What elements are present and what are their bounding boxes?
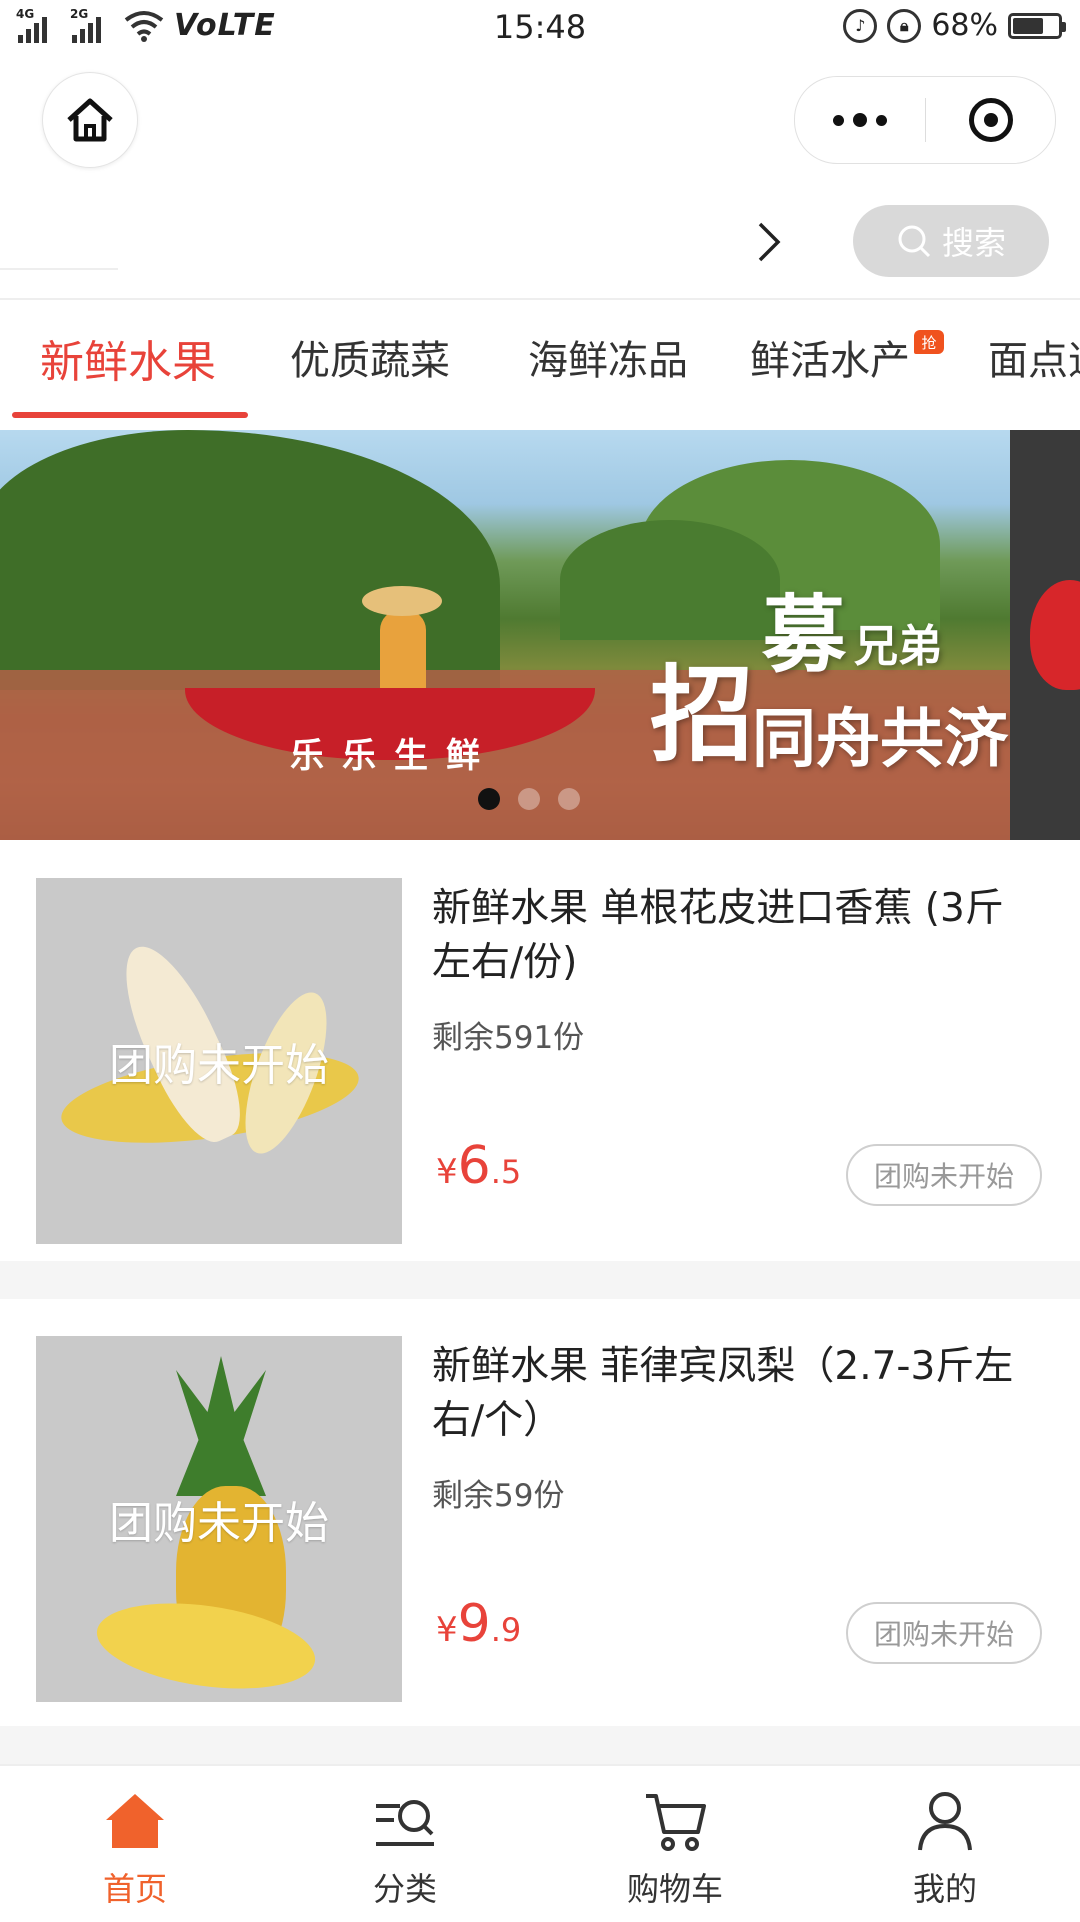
groupbuy-button[interactable]: 团购未开始 bbox=[846, 1144, 1042, 1206]
banner-headline-mu: 募 bbox=[762, 585, 847, 684]
tab-quality-vegetables[interactable]: 优质蔬菜 bbox=[290, 328, 450, 386]
search-button[interactable]: 搜索 bbox=[853, 205, 1049, 277]
product-image-pineapple[interactable]: 团购未开始 bbox=[36, 1336, 402, 1702]
banner-dot-1[interactable] bbox=[478, 788, 500, 810]
bottom-tab-bar: 首页 分类 购物车 我的 bbox=[0, 1764, 1080, 1922]
product-stock: 剩余59份 bbox=[432, 1478, 565, 1514]
tabbar-home-label: 首页 bbox=[102, 1870, 167, 1908]
banner-headline-sub2: 同舟共济 bbox=[752, 702, 1008, 777]
strawberry-image bbox=[1030, 580, 1080, 690]
target-icon bbox=[968, 98, 1013, 142]
banner-pagination bbox=[478, 788, 580, 810]
product-image-overlay: 团购未开始 bbox=[109, 1040, 329, 1091]
banner-hat bbox=[362, 586, 442, 616]
mute-icon: ♪ bbox=[843, 8, 878, 43]
product-card[interactable]: 团购未开始 新鲜水果 菲律宾凤梨（2.7-3斤左右/个） 剩余59份 ¥9.9 … bbox=[0, 1304, 1080, 1719]
product-price: ¥6.5 bbox=[436, 1136, 521, 1196]
product-image-banana[interactable]: 团购未开始 bbox=[36, 878, 402, 1244]
price-currency: ¥ bbox=[436, 1610, 458, 1650]
search-label: 搜索 bbox=[941, 224, 1006, 262]
home-icon bbox=[67, 98, 113, 142]
category-tabs: 新鲜水果 优质蔬菜 海鲜冻品 鲜活水产 抢 面点速 bbox=[0, 300, 1080, 428]
hot-badge: 抢 bbox=[914, 330, 944, 354]
tab-live-aquatic[interactable]: 鲜活水产 bbox=[750, 328, 910, 386]
status-right: ♪ 🔒︎ 68% bbox=[843, 8, 1066, 43]
product-image-overlay: 团购未开始 bbox=[109, 1498, 329, 1549]
more-dots-icon[interactable] bbox=[795, 77, 925, 163]
groupbuy-button[interactable]: 团购未开始 bbox=[846, 1602, 1042, 1664]
chevron-right-icon[interactable] bbox=[752, 218, 788, 266]
tabbar-me-label: 我的 bbox=[912, 1870, 977, 1908]
product-card[interactable]: 团购未开始 新鲜水果 单根花皮进口香蕉 (3斤左右/份) 剩余591份 ¥6.5… bbox=[0, 846, 1080, 1261]
banner-headline-big: 招 bbox=[650, 653, 755, 776]
search-icon bbox=[898, 225, 931, 258]
product-price: ¥9.9 bbox=[436, 1594, 521, 1654]
banner-headline-sub1: 兄弟 bbox=[854, 621, 942, 672]
tabbar-home[interactable]: 首页 bbox=[0, 1766, 270, 1922]
banner-boat-text: 乐乐生鲜 bbox=[290, 736, 498, 776]
home-filled-icon bbox=[106, 1794, 164, 1848]
location-placeholder bbox=[0, 268, 118, 270]
active-tab-indicator bbox=[12, 412, 248, 418]
tabbar-me[interactable]: 我的 bbox=[810, 1766, 1080, 1922]
product-title[interactable]: 新鲜水果 单根花皮进口香蕉 (3斤左右/份) bbox=[432, 882, 1042, 990]
tab-fresh-fruit[interactable]: 新鲜水果 bbox=[40, 326, 216, 390]
status-bar: 4G 2G VoLTE 15:48 ♪ 🔒︎ 68% bbox=[0, 0, 1080, 56]
rotation-lock-icon: 🔒︎ bbox=[887, 8, 922, 43]
card-separator bbox=[0, 1261, 1080, 1299]
user-icon bbox=[918, 1792, 972, 1851]
banner-dot-3[interactable] bbox=[558, 788, 580, 810]
tab-seafood-frozen[interactable]: 海鲜冻品 bbox=[528, 328, 688, 386]
tabbar-cart-label: 购物车 bbox=[626, 1870, 723, 1908]
product-stock: 剩余591份 bbox=[432, 1020, 585, 1056]
tabbar-category[interactable]: 分类 bbox=[270, 1766, 540, 1922]
close-miniprogram-button[interactable] bbox=[926, 98, 1055, 142]
battery-percent: 68% bbox=[931, 8, 998, 43]
price-integer: 6 bbox=[457, 1136, 491, 1196]
card-separator bbox=[0, 1726, 1080, 1764]
next-banner-peek bbox=[1010, 430, 1080, 840]
tabbar-cart[interactable]: 购物车 bbox=[540, 1766, 810, 1922]
price-decimal: .5 bbox=[490, 1153, 522, 1191]
battery-icon bbox=[1008, 12, 1066, 39]
cart-icon bbox=[646, 1794, 706, 1851]
banner-dot-2[interactable] bbox=[518, 788, 540, 810]
miniprogram-capsule bbox=[794, 76, 1056, 164]
category-search-icon bbox=[376, 1800, 434, 1846]
price-decimal: .9 bbox=[490, 1611, 522, 1649]
price-currency: ¥ bbox=[436, 1152, 458, 1192]
price-integer: 9 bbox=[457, 1594, 491, 1654]
product-title[interactable]: 新鲜水果 菲律宾凤梨（2.7-3斤左右/个） bbox=[432, 1340, 1042, 1448]
banner-rower bbox=[380, 610, 426, 700]
tabbar-category-label: 分类 bbox=[372, 1870, 437, 1908]
tab-pastry[interactable]: 面点速 bbox=[988, 328, 1080, 386]
banner-hill-2 bbox=[560, 520, 780, 640]
home-button[interactable] bbox=[42, 72, 138, 168]
